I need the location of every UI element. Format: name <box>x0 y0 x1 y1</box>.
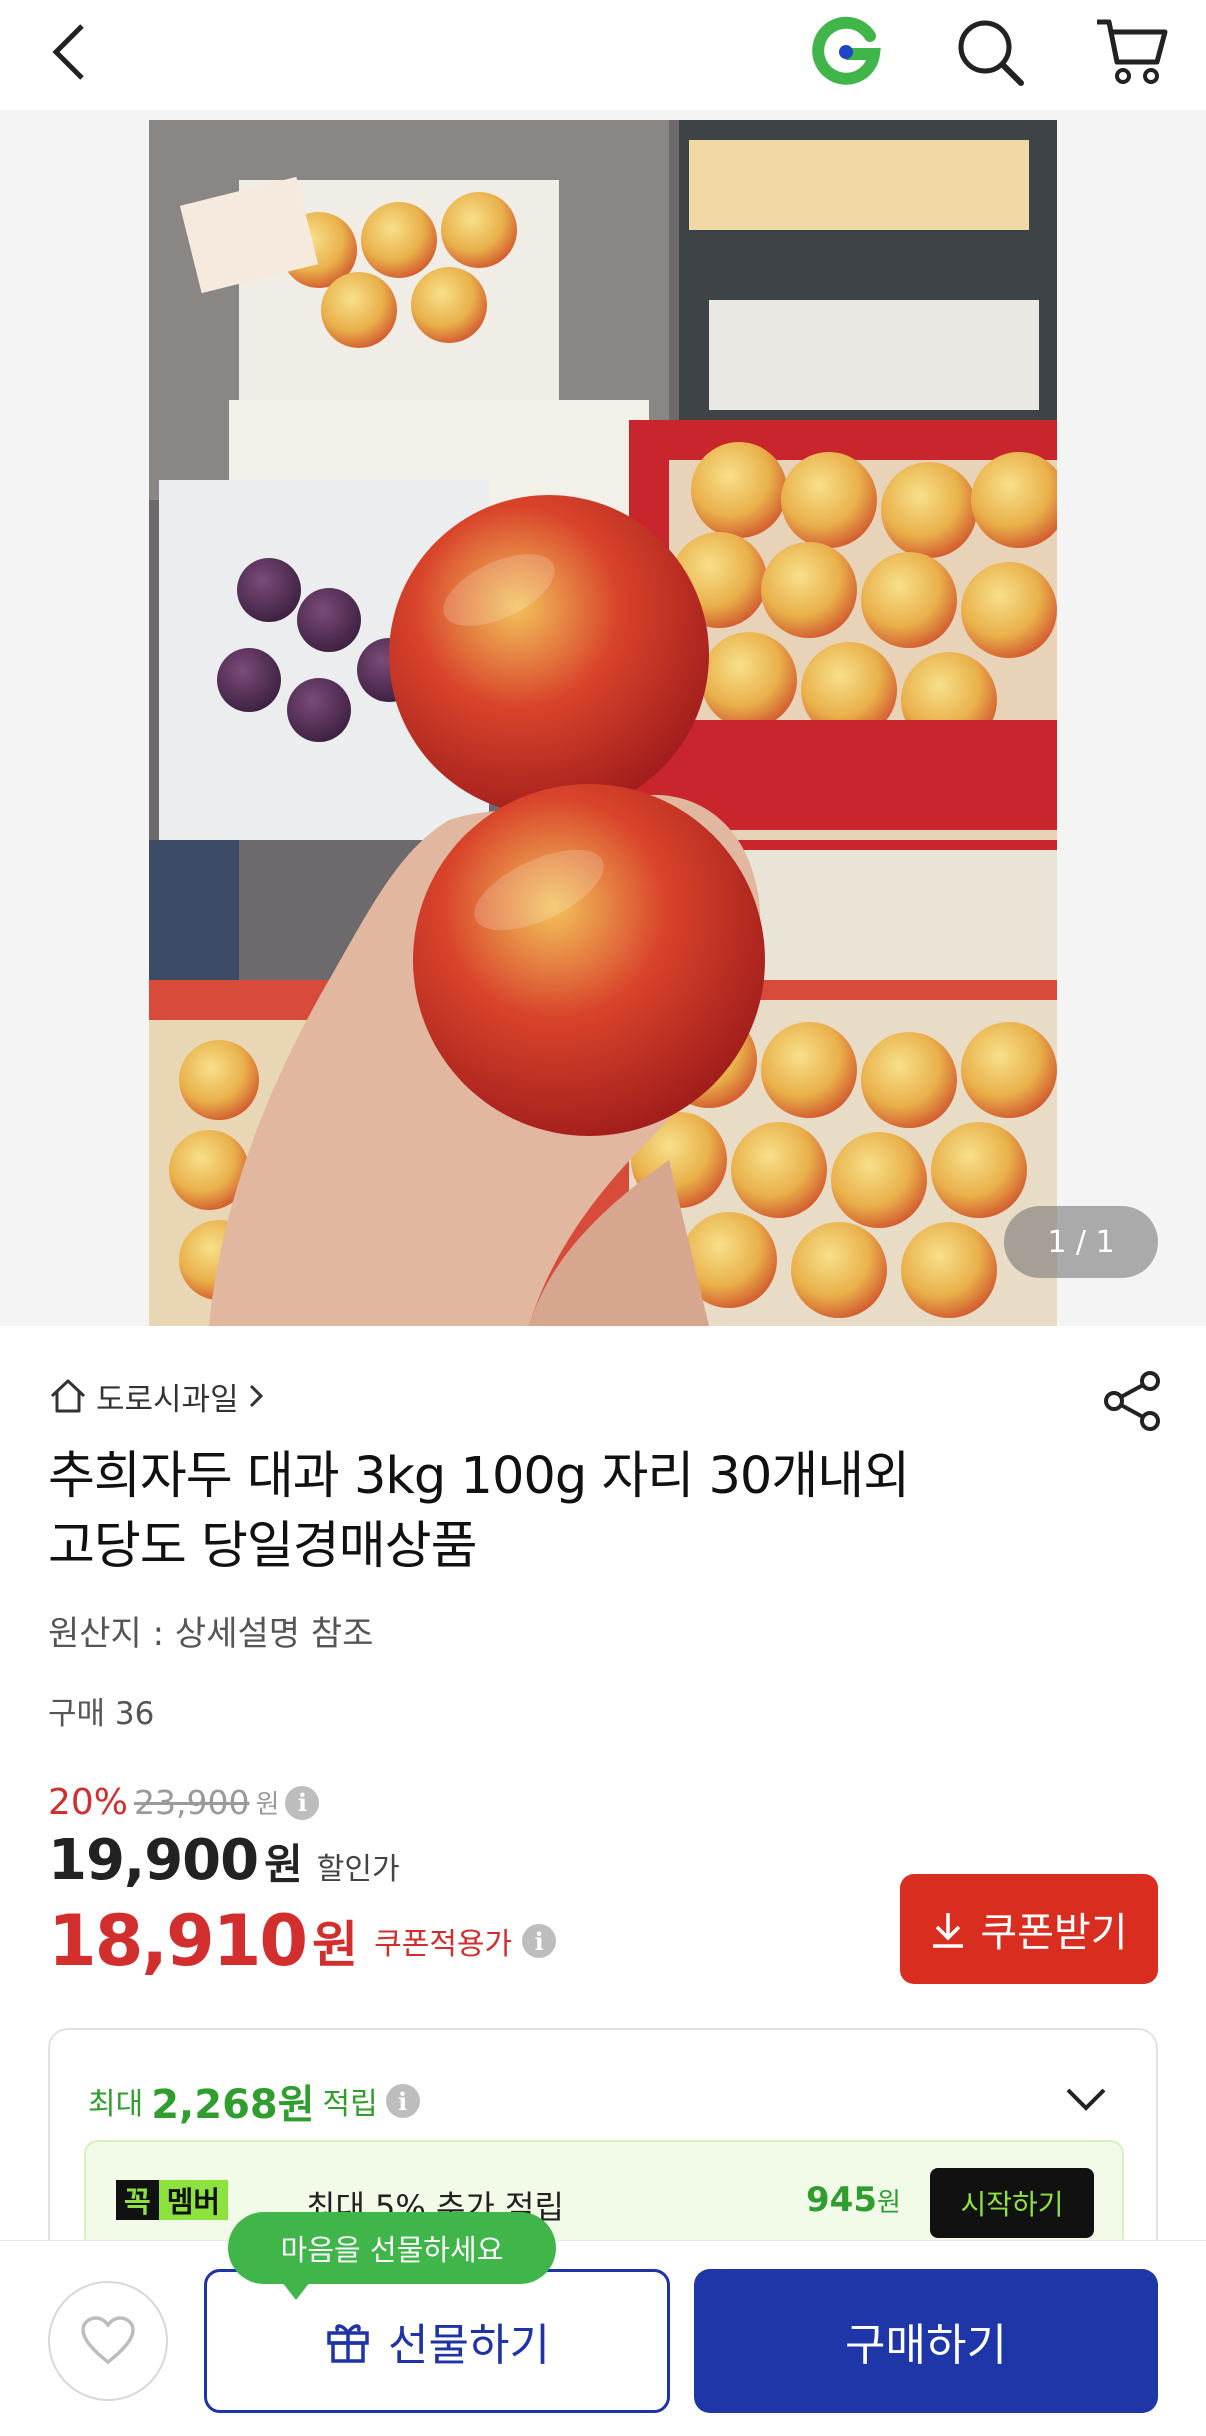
info-icon[interactable]: i <box>385 2084 420 2118</box>
sale-price: 19,900 <box>48 1828 259 1893</box>
sale-price-label: 할인가 <box>316 1852 400 1887</box>
membership-start-button[interactable]: 시작하기 <box>930 2168 1094 2238</box>
original-price: 23,900 <box>134 1783 250 1822</box>
share-button[interactable] <box>1100 1368 1166 1434</box>
info-icon[interactable]: i <box>285 1785 320 1820</box>
product-title: 추희자두 대과 3kg 100g 자리 30개내외 고당도 당일경매상품 <box>48 1442 1128 1582</box>
reward-suffix: 적립 <box>322 2087 378 2122</box>
seller-name: 도로시과일 <box>96 1381 239 1418</box>
share-icon <box>1104 1371 1160 1431</box>
g-logo-icon <box>812 16 881 85</box>
coupon-price: 18,910 <box>48 1900 308 1982</box>
chevron-left-icon <box>52 24 84 80</box>
origin-info: 원산지 : 상세설명 참조 <box>48 1614 374 1654</box>
wishlist-button[interactable] <box>48 2281 168 2401</box>
heart-icon <box>81 2316 135 2365</box>
reward-summary: 최대 2,268원 적립 i <box>88 2072 420 2130</box>
top-header <box>0 0 1206 110</box>
cart-icon <box>1097 19 1168 84</box>
download-icon <box>933 1913 964 1948</box>
gift-icon <box>327 2324 369 2363</box>
seller-link[interactable]: 도로시과일 <box>48 1374 265 1418</box>
product-title-line2: 고당도 당일경매상품 <box>48 1517 478 1576</box>
reward-amount: 2,268원 <box>151 2082 315 2128</box>
coupon-price-unit: 원 <box>312 1916 359 1974</box>
back-button[interactable] <box>30 12 110 92</box>
coupon-price-row: 18,910 원 쿠폰적용가 i <box>48 1900 557 1982</box>
reward-prefix: 최대 <box>88 2087 144 2122</box>
membership-badge-mark: 꼭 <box>116 2180 159 2220</box>
gift-label: 선물하기 <box>388 2320 550 2371</box>
original-price-unit: 원 <box>255 1790 280 1820</box>
membership-amount: 945원 <box>806 2180 901 2220</box>
membership-badge: 꼭 멤버 <box>116 2180 229 2220</box>
search-icon <box>958 20 1024 86</box>
purchase-count: 구매 36 <box>48 1696 155 1732</box>
membership-badge-text: 멤버 <box>158 2180 229 2220</box>
search-button[interactable] <box>950 12 1030 92</box>
coupon-price-label: 쿠폰적용가 <box>374 1927 513 1962</box>
image-counter: 1 / 1 <box>1004 1206 1158 1278</box>
home-logo-button[interactable] <box>806 12 886 92</box>
gift-button[interactable]: 선물하기 <box>204 2269 670 2413</box>
buy-button[interactable]: 구매하기 <box>694 2269 1158 2413</box>
info-icon[interactable]: i <box>522 1924 557 1958</box>
discount-rate: 20% <box>48 1782 129 1823</box>
product-image-gallery[interactable]: 1 / 1 <box>0 110 1206 1326</box>
bottom-action-bar: 선물하기 구매하기 <box>0 2240 1206 2436</box>
product-title-line1: 추희자두 대과 3kg 100g 자리 30개내외 <box>48 1447 910 1506</box>
gift-tooltip: 마음을 선물하세요 <box>228 2212 556 2300</box>
chevron-right-icon <box>249 1384 263 1408</box>
sale-price-row: 19,900 원 할인가 <box>48 1828 400 1893</box>
home-icon <box>50 1379 86 1413</box>
get-coupon-label: 쿠폰받기 <box>980 1910 1128 1956</box>
get-coupon-button[interactable]: 쿠폰받기 <box>900 1874 1158 1984</box>
cart-button[interactable] <box>1092 12 1172 92</box>
sale-price-unit: 원 <box>264 1840 303 1889</box>
discount-row: 20% 23,900 원 i <box>48 1782 320 1823</box>
expand-reward-button[interactable] <box>1060 2074 1112 2126</box>
chevron-down-icon <box>1066 2088 1106 2111</box>
product-photo <box>149 120 1057 1326</box>
